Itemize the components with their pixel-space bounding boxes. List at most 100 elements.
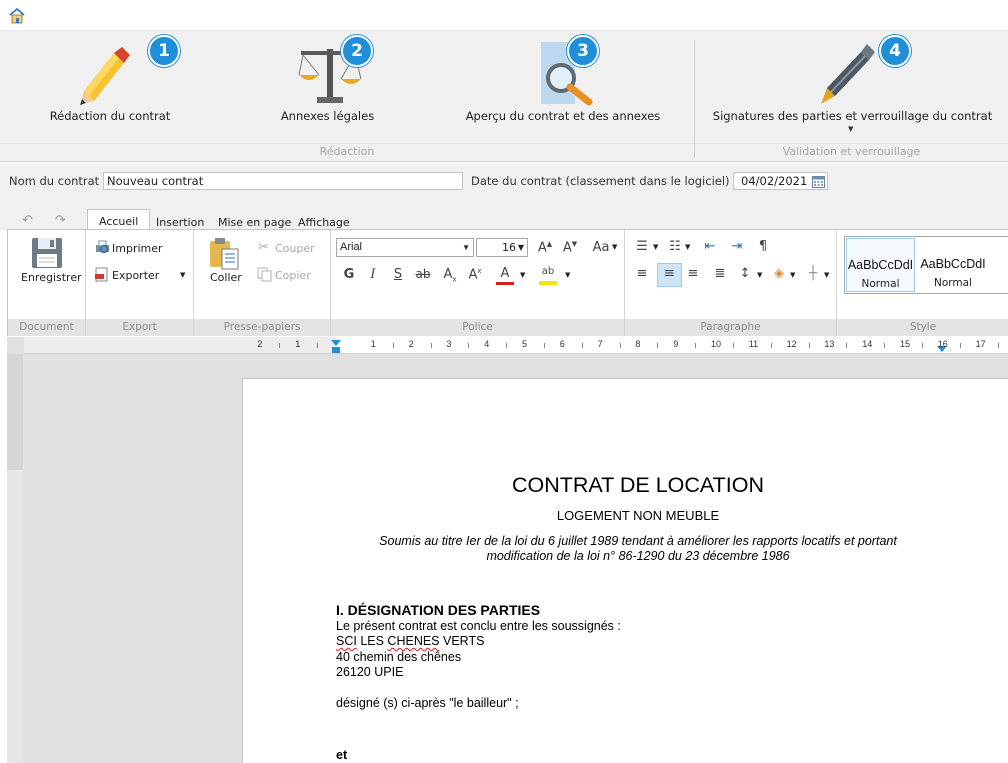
shading-icon[interactable]: ◈ [770, 266, 788, 281]
calendar-icon[interactable] [812, 175, 825, 188]
vertical-ruler-margin [7, 354, 23, 470]
save-button[interactable]: Enregistrer [21, 271, 82, 284]
font-size-select[interactable]: 16 ▼ [476, 238, 528, 257]
pencil-icon [80, 47, 130, 105]
subscript-icon[interactable]: Ax [441, 267, 459, 284]
ruler-tick [657, 343, 659, 348]
align-center-icon[interactable]: ≡ [657, 263, 682, 287]
borders-icon[interactable]: ┼ [804, 266, 822, 281]
contract-name-label: Nom du contrat [9, 174, 100, 188]
ruler-number: 5 [522, 339, 528, 349]
bullets-dropdown-icon[interactable]: ▼ [653, 243, 658, 251]
font-family-value: Arial [340, 241, 363, 253]
export-button[interactable]: Exporter [112, 269, 159, 282]
step-annexes-button[interactable]: 2 Annexes légales [255, 31, 400, 143]
contract-fields: Nom du contrat Nouveau contrat Date du c… [0, 163, 1008, 205]
contract-date-input[interactable]: 04/02/2021 [733, 172, 828, 190]
bullets-icon[interactable]: ☰ [633, 239, 651, 254]
align-right-icon[interactable]: ≡ [684, 266, 702, 281]
doc-landlord-name: SCI LES CHENES VERTS [336, 634, 484, 648]
group-caption-paragraph: Paragraphe [700, 321, 761, 333]
ruler-number: 12 [786, 339, 797, 349]
decrease-indent-icon[interactable]: ⇤ [701, 239, 719, 254]
workflow-steps: 1 Rédaction du contrat 2 Annexes légales [0, 31, 1008, 162]
justify-icon[interactable]: ≣ [711, 266, 729, 281]
step-apercu-button[interactable]: 3 Aperçu du contrat et des annexes [463, 31, 663, 143]
left-indent-marker-base[interactable] [332, 347, 340, 353]
italic-icon[interactable]: I [364, 267, 382, 282]
line-spacing-icon[interactable]: ↕ [736, 266, 754, 281]
cut-button[interactable]: Couper [275, 242, 315, 255]
font-family-select[interactable]: Arial ▼ [336, 238, 474, 257]
style-name: Normal [861, 278, 900, 290]
copy-icon [257, 267, 272, 282]
group-caption-clipboard: Presse-papiers [223, 321, 301, 333]
print-icon [96, 240, 109, 254]
doc-intro-line-2: modification de la loi n° 86-1290 du 23 … [486, 549, 790, 563]
increase-indent-icon[interactable]: ⇥ [728, 239, 746, 254]
font-color-dropdown-icon[interactable]: ▼ [520, 271, 525, 279]
multilevel-list-icon[interactable]: ☷ [666, 239, 684, 254]
highlight-icon[interactable]: ab [539, 266, 557, 285]
horizontal-ruler[interactable]: 2 1 1 2 3 4 5 6 7 8 9 10 11 12 13 14 15 16 17 [24, 337, 1008, 354]
ruler-number: 13 [824, 339, 835, 349]
style-normal-1[interactable]: AaBbCcDdI Normal [846, 238, 915, 292]
export-icon [95, 267, 108, 282]
multilevel-dropdown-icon[interactable]: ▼ [685, 243, 690, 251]
ruler-number: 7 [597, 339, 603, 349]
superscript-icon[interactable]: Ax [466, 267, 484, 282]
scissors-icon: ✂ [258, 240, 269, 255]
underline-icon[interactable]: S [389, 267, 407, 282]
tab-affichage[interactable]: Affichage [298, 216, 350, 229]
title-bar [0, 0, 1008, 31]
shrink-font-icon[interactable]: A▼ [561, 240, 579, 255]
change-case-icon[interactable]: Aa [590, 240, 612, 255]
grow-font-icon[interactable]: A▲ [536, 240, 554, 255]
dropdown-arrow-icon[interactable]: ▼ [848, 125, 853, 133]
ruler-tick [279, 343, 281, 348]
undo-icon[interactable]: ↶ [22, 213, 33, 228]
ruler-number: 11 [748, 339, 759, 349]
step-redaction-button[interactable]: 1 Rédaction du contrat [30, 31, 190, 143]
line-spacing-dropdown-icon[interactable]: ▼ [757, 271, 762, 279]
step-number-badge: 4 [879, 35, 911, 67]
left-indent-marker[interactable] [331, 340, 341, 346]
pilcrow-icon[interactable]: ¶ [754, 239, 772, 254]
ruler-tick [392, 343, 394, 348]
tab-accueil[interactable]: Accueil [87, 209, 151, 231]
step-signatures-button[interactable]: 4 Signatures des parties et verrouillage… [705, 31, 1000, 143]
style-normal-2[interactable]: AaBbCcDdI Normal [918, 238, 988, 292]
paste-clipboard-icon [210, 238, 239, 270]
tab-insertion[interactable]: Insertion [156, 216, 204, 229]
contract-name-input[interactable]: Nouveau contrat [103, 172, 463, 190]
doc-text: LES [356, 634, 388, 648]
ruler-tick [959, 343, 961, 348]
save-disk-icon [32, 238, 62, 268]
export-dropdown-icon[interactable]: ▼ [180, 271, 185, 279]
borders-dropdown-icon[interactable]: ▼ [824, 271, 829, 279]
doc-intro-line-1: Soumis au titre Ier de la loi du 6 juill… [379, 534, 897, 548]
home-icon[interactable] [8, 7, 26, 24]
ruler-number: 17 [975, 339, 986, 349]
font-color-icon[interactable]: A [496, 266, 514, 285]
redo-icon[interactable]: ↷ [55, 213, 66, 228]
doc-designe: désigné (s) ci-après "le bailleur" ; [336, 696, 519, 710]
step-number-badge: 3 [567, 35, 599, 67]
paste-button[interactable]: Coller [210, 271, 242, 284]
tab-mise-en-page[interactable]: Mise en page [218, 216, 291, 229]
document-page[interactable]: CONTRAT DE LOCATION LOGEMENT NON MEUBLE … [242, 378, 1008, 763]
bold-icon[interactable]: G [340, 267, 358, 282]
ruler-tick [921, 343, 923, 348]
step-number-badge: 2 [341, 35, 373, 67]
copy-button[interactable]: Copier [275, 269, 311, 282]
shading-dropdown-icon[interactable]: ▼ [790, 271, 795, 279]
strikethrough-icon[interactable]: ab [414, 267, 432, 281]
ruler-tick [997, 343, 999, 348]
ruler-number: 3 [446, 339, 452, 349]
doc-text: VERTS [439, 634, 485, 648]
align-left-icon[interactable]: ≡ [633, 266, 651, 281]
highlight-dropdown-icon[interactable]: ▼ [565, 271, 570, 279]
change-case-dropdown-icon[interactable]: ▼ [612, 243, 617, 251]
print-button[interactable]: Imprimer [112, 242, 163, 255]
ruler-number: 10 [711, 339, 722, 349]
